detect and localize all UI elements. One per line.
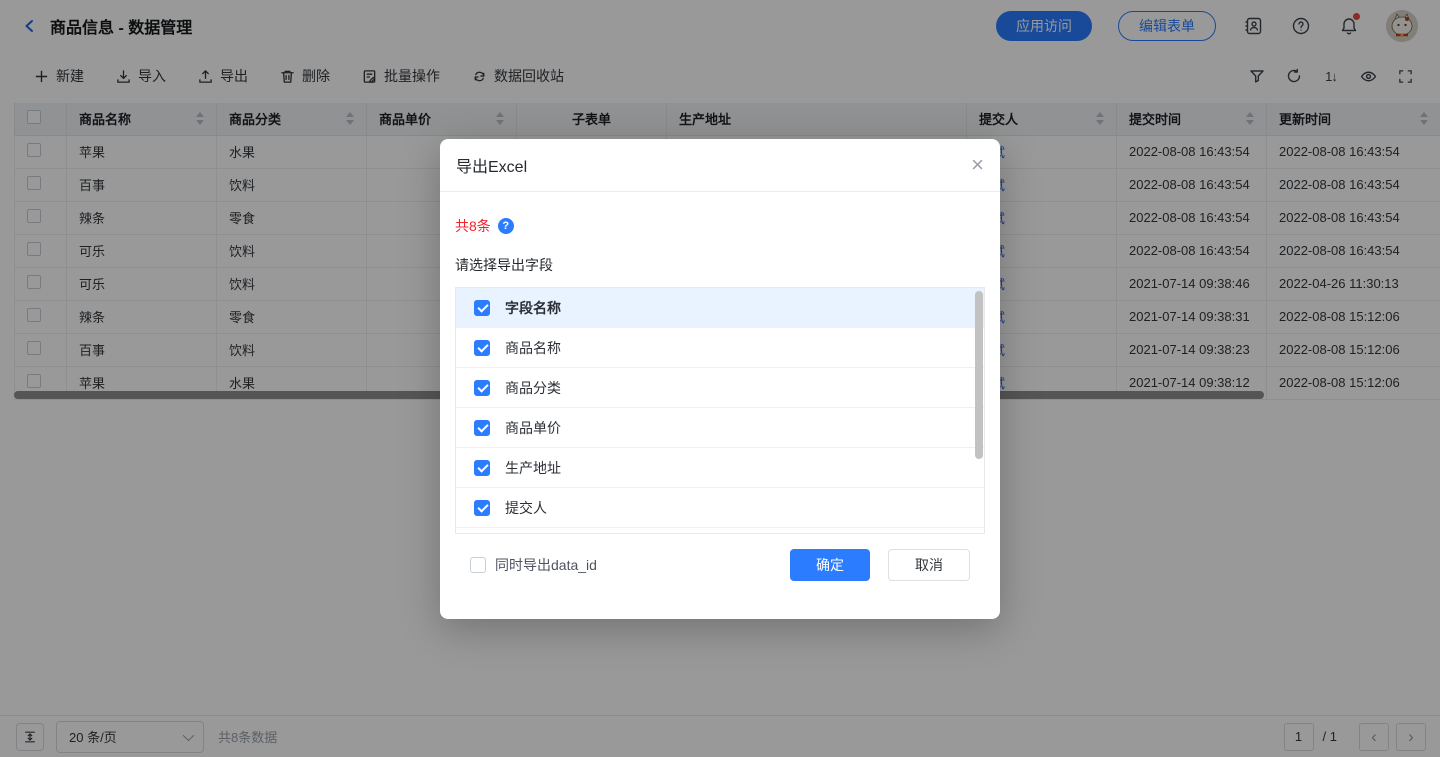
field-label: 商品分类 <box>505 378 561 398</box>
field-checkbox[interactable] <box>474 380 490 396</box>
field-row: 生产地址 <box>456 448 984 488</box>
data-id-label: 同时导出data_id <box>495 555 597 575</box>
field-checkbox[interactable] <box>474 420 490 436</box>
modal-footer: 同时导出data_id 确定 取消 <box>455 549 985 581</box>
field-row: 提交时间 <box>456 528 984 534</box>
record-count-row: 共8条 ? <box>455 216 985 236</box>
field-row: 商品分类 <box>456 368 984 408</box>
field-label: 字段名称 <box>505 298 561 318</box>
close-icon[interactable]: × <box>971 154 984 176</box>
field-row: 商品名称 <box>456 328 984 368</box>
field-checkbox[interactable] <box>474 340 490 356</box>
field-checkbox[interactable] <box>474 300 490 316</box>
field-checkbox[interactable] <box>474 460 490 476</box>
select-fields-hint: 请选择导出字段 <box>455 255 985 275</box>
field-checkbox[interactable] <box>474 500 490 516</box>
modal-body: 共8条 ? 请选择导出字段 字段名称商品名称商品分类商品单价生产地址提交人提交时… <box>440 192 1000 581</box>
data-id-checkbox[interactable] <box>470 557 486 573</box>
field-row: 字段名称 <box>456 288 984 328</box>
field-row: 提交人 <box>456 488 984 528</box>
record-count: 共8条 <box>455 216 491 236</box>
field-label: 商品名称 <box>505 338 561 358</box>
modal-title: 导出Excel <box>456 153 527 177</box>
modal-buttons: 确定 取消 <box>790 549 970 581</box>
field-list: 字段名称商品名称商品分类商品单价生产地址提交人提交时间 <box>455 287 985 534</box>
field-row: 商品单价 <box>456 408 984 448</box>
page-root: 商品信息 - 数据管理 应用访问 编辑表单 <box>0 0 1440 400</box>
export-excel-modal: 导出Excel × 共8条 ? 请选择导出字段 字段名称商品名称商品分类商品单价… <box>440 139 1000 619</box>
data-id-option: 同时导出data_id <box>470 555 597 575</box>
confirm-button[interactable]: 确定 <box>790 549 870 581</box>
field-label: 生产地址 <box>505 458 561 478</box>
modal-header: 导出Excel × <box>440 139 1000 192</box>
vertical-scrollbar[interactable] <box>975 291 983 459</box>
help-circle-icon[interactable]: ? <box>498 218 514 234</box>
cancel-button[interactable]: 取消 <box>888 549 970 581</box>
field-label: 商品单价 <box>505 418 561 438</box>
field-label: 提交人 <box>505 498 547 518</box>
